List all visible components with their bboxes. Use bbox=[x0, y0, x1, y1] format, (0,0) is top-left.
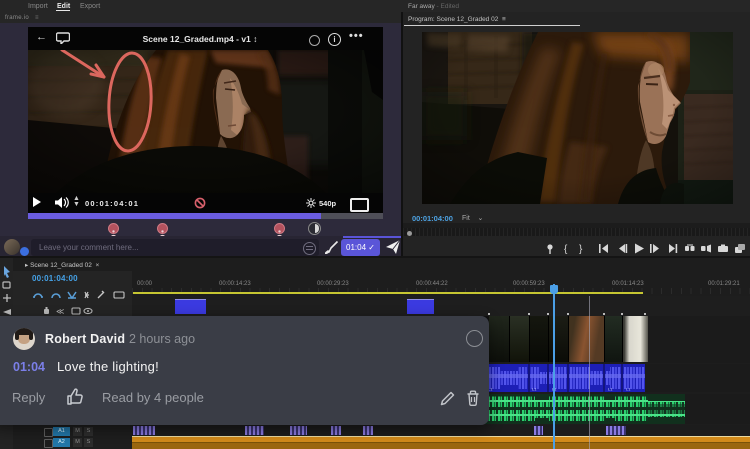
svg-text:L1: L1 bbox=[532, 387, 537, 392]
svg-text:≪: ≪ bbox=[56, 307, 64, 315]
svg-text:L1: L1 bbox=[626, 387, 631, 392]
svg-text:}: } bbox=[579, 244, 583, 255]
svg-text:{: { bbox=[564, 244, 568, 255]
svg-text:L1: L1 bbox=[608, 387, 613, 392]
